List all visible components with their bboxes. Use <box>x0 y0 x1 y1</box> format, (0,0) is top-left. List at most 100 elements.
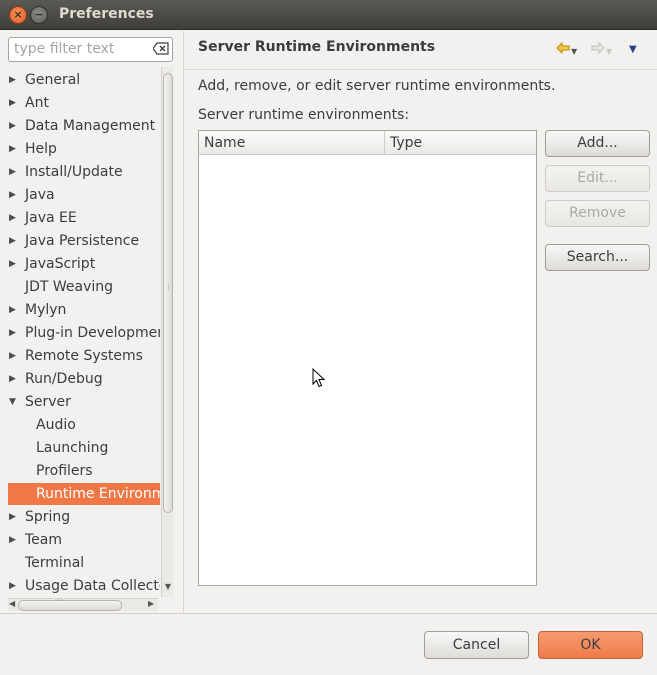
vertical-scroll-thumb[interactable] <box>163 73 173 513</box>
tree-item[interactable]: Profilers <box>0 460 160 482</box>
back-arrow-icon[interactable]: ▼ <box>556 41 582 58</box>
horizontal-scroll-thumb[interactable] <box>18 600 122 611</box>
collapsed-arrow-icon[interactable]: ▶ <box>9 575 19 597</box>
page-header: Server Runtime Environments ▼ ▼ ▼ <box>184 31 657 70</box>
collapsed-arrow-icon[interactable]: ▶ <box>9 322 19 344</box>
tree-item-label: Audio <box>36 417 76 433</box>
window-close-button[interactable]: × <box>9 6 27 24</box>
page-title: Server Runtime Environments <box>198 39 436 55</box>
dialog-footer: Cancel OK <box>0 614 657 675</box>
tree-item-label: Java EE <box>25 210 77 226</box>
tree-item[interactable]: ▶ Mylyn <box>0 299 160 321</box>
tree-item[interactable]: ▶ Usage Data Collecto <box>0 575 160 597</box>
remove-button: Remove <box>545 200 650 227</box>
close-icon: × <box>13 8 23 21</box>
tree-item-label: JavaScript <box>25 256 96 272</box>
tree-item[interactable]: ▶ Java Persistence <box>0 230 160 252</box>
collapsed-arrow-icon[interactable]: ▶ <box>9 115 19 137</box>
search-button[interactable]: Search... <box>545 244 650 271</box>
filter-placeholder[interactable]: type filter text <box>14 41 114 57</box>
tree-item[interactable]: ▼ Server <box>0 391 160 413</box>
collapsed-arrow-icon[interactable]: ▶ <box>9 161 19 183</box>
runtime-environments-table[interactable]: Name Type <box>198 130 537 586</box>
collapsed-arrow-icon[interactable]: ▶ <box>9 253 19 275</box>
panel-divider[interactable] <box>183 31 184 613</box>
grip-icon: ⋮ <box>165 283 172 291</box>
collapsed-arrow-icon[interactable]: ▶ <box>9 529 19 551</box>
tree-item-label: Usage Data Collecto <box>25 578 160 594</box>
cancel-button[interactable]: Cancel <box>424 631 529 659</box>
tree-item-label: Plug-in Developmen <box>25 325 160 341</box>
tree-item[interactable]: ▶ Remote Systems <box>0 345 160 367</box>
tree-item[interactable]: JDT Weaving <box>0 276 160 298</box>
tree-item-label: Remote Systems <box>25 348 143 364</box>
tree-item[interactable]: Audio <box>0 414 160 436</box>
tree-item-label: Terminal <box>25 555 85 571</box>
collapsed-arrow-icon[interactable]: ▶ <box>9 92 19 114</box>
tree-item-label: Runtime Environm <box>36 486 160 502</box>
forward-arrow-icon: ▼ <box>591 41 617 58</box>
page-description: Add, remove, or edit server runtime envi… <box>198 78 556 94</box>
tree-item-label: JDT Weaving <box>25 279 114 295</box>
collapsed-arrow-icon[interactable]: ▶ <box>9 368 19 390</box>
tree-item[interactable]: ▶ Install/Update <box>0 161 160 183</box>
clear-filter-icon[interactable] <box>152 42 169 57</box>
column-header-name[interactable]: Name <box>199 131 385 155</box>
tree-item-label: Server <box>25 394 71 410</box>
window-minimize-button[interactable]: − <box>30 6 48 24</box>
column-header-type[interactable]: Type <box>385 131 536 155</box>
expanded-arrow-icon[interactable]: ▼ <box>9 391 19 413</box>
tree-item-label: Mylyn <box>25 302 67 318</box>
tree-item-label: Java <box>25 187 55 203</box>
chevron-down-icon: ▼ <box>571 47 578 56</box>
tree-item-label: Java Persistence <box>25 233 140 249</box>
collapsed-arrow-icon[interactable]: ▶ <box>9 506 19 528</box>
tree-item[interactable]: Runtime Environm <box>8 483 160 505</box>
tree-item-label: Team <box>25 532 63 548</box>
tree-item[interactable]: ▶ Data Management <box>0 115 160 137</box>
view-menu-icon[interactable]: ▼ <box>629 43 643 57</box>
tree-vertical-scrollbar[interactable]: ⋮ ▼ <box>161 67 173 597</box>
collapsed-arrow-icon[interactable]: ▶ <box>9 207 19 229</box>
collapsed-arrow-icon[interactable]: ▶ <box>9 184 19 206</box>
scroll-right-arrow-icon[interactable]: ▶ <box>148 599 154 608</box>
grip-icon: ⋯ <box>56 596 63 604</box>
tree-item[interactable]: Launching <box>0 437 160 459</box>
add-button[interactable]: Add... <box>545 130 650 157</box>
scroll-down-arrow-icon[interactable]: ▼ <box>163 582 173 594</box>
scroll-left-arrow-icon[interactable]: ◀ <box>9 599 15 608</box>
tree-item[interactable]: ▶ Java EE <box>0 207 160 229</box>
tree-item-label: Data Management <box>25 118 156 134</box>
table-header: Name Type <box>199 131 536 155</box>
tree-item[interactable]: ▶ JavaScript <box>0 253 160 275</box>
tree-item[interactable]: Terminal <box>0 552 160 574</box>
tree-item[interactable]: ▶ Help <box>0 138 160 160</box>
collapsed-arrow-icon[interactable]: ▶ <box>9 230 19 252</box>
tree-item[interactable]: ▶ Spring <box>0 506 160 528</box>
filter-field[interactable]: type filter text <box>8 37 173 62</box>
collapsed-arrow-icon[interactable]: ▶ <box>9 138 19 160</box>
tree-item[interactable]: ▶ Ant <box>0 92 160 114</box>
mouse-pointer-icon <box>312 367 326 388</box>
tree-horizontal-scrollbar[interactable]: ◀ ⋯ ▶ <box>8 596 158 611</box>
edit-button: Edit... <box>545 165 650 192</box>
tree-item-label: Help <box>25 141 57 157</box>
ok-button[interactable]: OK <box>538 631 643 659</box>
tree-item-label: Install/Update <box>25 164 123 180</box>
tree-item[interactable]: ▶ Java <box>0 184 160 206</box>
tree-item-label: Ant <box>25 95 49 111</box>
tree-item[interactable]: ▶ Plug-in Developmen <box>0 322 160 344</box>
collapsed-arrow-icon[interactable]: ▶ <box>9 345 19 367</box>
tree-item[interactable]: ▶ Run/Debug <box>0 368 160 390</box>
tree-item-label: Launching <box>36 440 109 456</box>
window-title: Preferences <box>59 6 154 22</box>
tree-item-label: Spring <box>25 509 71 525</box>
tree-item-label: General <box>25 72 81 88</box>
preferences-tree[interactable]: ▶ General ▶ Ant ▶ Data Management ▶ Help ▶ Instal… <box>0 67 175 614</box>
tree-item[interactable]: ▶ Team <box>0 529 160 551</box>
tree-item[interactable]: ▶ General <box>0 69 160 91</box>
collapsed-arrow-icon[interactable]: ▶ <box>9 69 19 91</box>
tree-item-label: Profilers <box>36 463 93 479</box>
collapsed-arrow-icon[interactable]: ▶ <box>9 299 19 321</box>
runtime-list-label: Server runtime environments: <box>198 107 410 123</box>
